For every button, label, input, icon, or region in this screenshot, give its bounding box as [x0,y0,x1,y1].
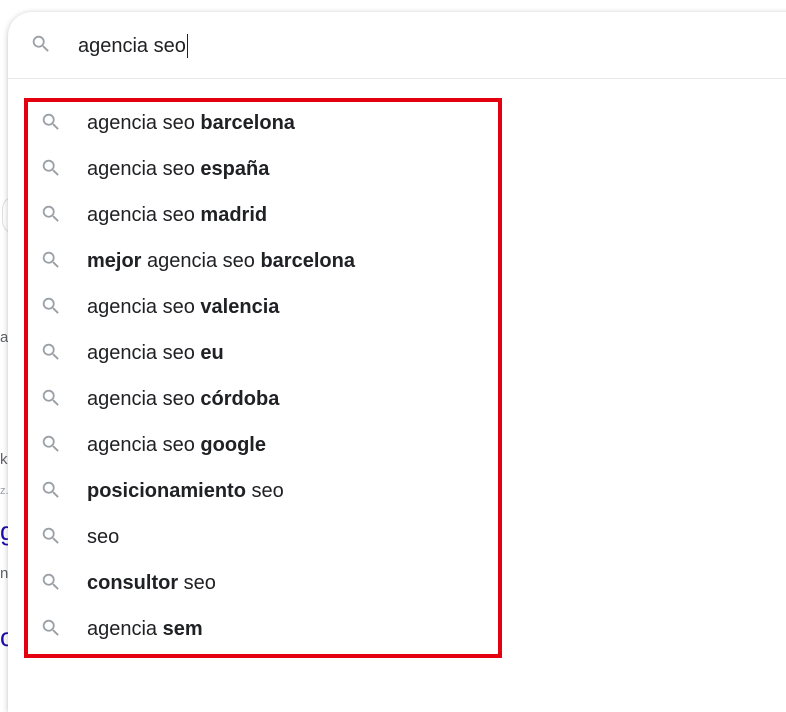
search-icon [40,617,62,639]
suggestion-completion-text: eu [200,342,224,364]
suggestion-query-text: agencia seo [87,158,201,180]
search-icon [40,295,62,317]
suggestion-query-text: seo [245,480,284,502]
suggestion-completion-text: google [200,434,266,456]
search-icon [40,341,62,363]
suggestion-label: posicionamiento seo [87,468,284,514]
suggestion-item[interactable]: seo [28,514,498,560]
suggestion-item[interactable]: agencia seo córdoba [28,376,498,422]
suggestion-query-text: agencia seo [87,388,201,410]
suggestion-item[interactable]: agencia seo valencia [28,284,498,330]
suggestion-completion-text: españa [200,158,270,180]
suggestion-completion-text: valencia [200,296,280,318]
search-icon [30,33,52,55]
suggestion-item[interactable]: mejor agencia seo barcelona [28,238,498,284]
search-input[interactable]: agencia seo [78,32,188,60]
search-icon [40,571,62,593]
suggestion-item[interactable]: agencia seo españa [28,146,498,192]
suggestion-item[interactable]: agencia seo madrid [28,192,498,238]
suggestion-query-text: seo [87,526,120,548]
search-icon [40,157,62,179]
text-caret [186,34,188,58]
suggestion-query-text: agencia seo [87,204,201,226]
suggestion-completion-text: barcelona [260,250,355,272]
suggestion-item[interactable]: agencia seo eu [28,330,498,376]
search-icon [40,111,62,133]
suggestion-query-text: agencia [87,618,163,640]
search-icon [40,203,62,225]
suggestion-item[interactable]: agencia seo barcelona [28,100,498,146]
suggestion-completion-text: barcelona [200,112,295,134]
suggestion-query-text: seo [178,572,216,594]
search-icon [40,249,62,271]
search-bar[interactable]: agencia seo [8,12,786,79]
suggestion-label: agencia seo barcelona [87,100,295,146]
suggestion-item[interactable]: agencia seo google [28,422,498,468]
search-icon [40,525,62,547]
suggestion-query-text: agencia seo [87,112,201,134]
suggestion-query-text: agencia seo [87,296,201,318]
suggestion-query-text: agencia seo [141,250,261,272]
suggestion-completion-text: consultor [87,572,179,594]
suggestion-label: agencia seo córdoba [87,376,279,422]
suggestions-list-highlight: agencia seo barcelona agencia seo españa a… [24,98,502,658]
suggestion-item[interactable]: agencia sem [28,606,498,652]
search-icon [40,387,62,409]
suggestion-label: agencia seo eu [87,330,224,376]
search-icon [40,433,62,455]
suggestion-item[interactable]: posicionamiento seo [28,468,498,514]
suggestion-query-text: agencia seo [87,434,201,456]
suggestion-label: agencia seo españa [87,146,269,192]
suggestion-label: agencia seo valencia [87,284,279,330]
suggestion-completion-text: sem [162,618,203,640]
suggestion-label: mejor agencia seo barcelona [87,238,355,284]
suggestion-completion-text: madrid [200,204,268,226]
suggestion-query-text: agencia seo [87,342,201,364]
suggestion-completion-text: posicionamiento [87,480,246,502]
suggestion-label: agencia seo google [87,422,266,468]
suggestion-label: consultor seo [87,560,216,606]
suggestion-completion-text: córdoba [200,388,280,410]
background-text-fragment: k [0,451,8,468]
suggestion-label: agencia seo madrid [87,192,267,238]
search-query-text: agencia seo [78,35,186,57]
suggestion-label: seo [87,514,119,560]
search-icon [40,479,62,501]
suggestion-label: agencia sem [87,606,203,652]
suggestion-item[interactable]: consultor seo [28,560,498,606]
suggestion-completion-text: mejor [87,250,142,272]
search-autocomplete-panel: agencia seo agencia seo barcelona agencia… [8,12,786,712]
